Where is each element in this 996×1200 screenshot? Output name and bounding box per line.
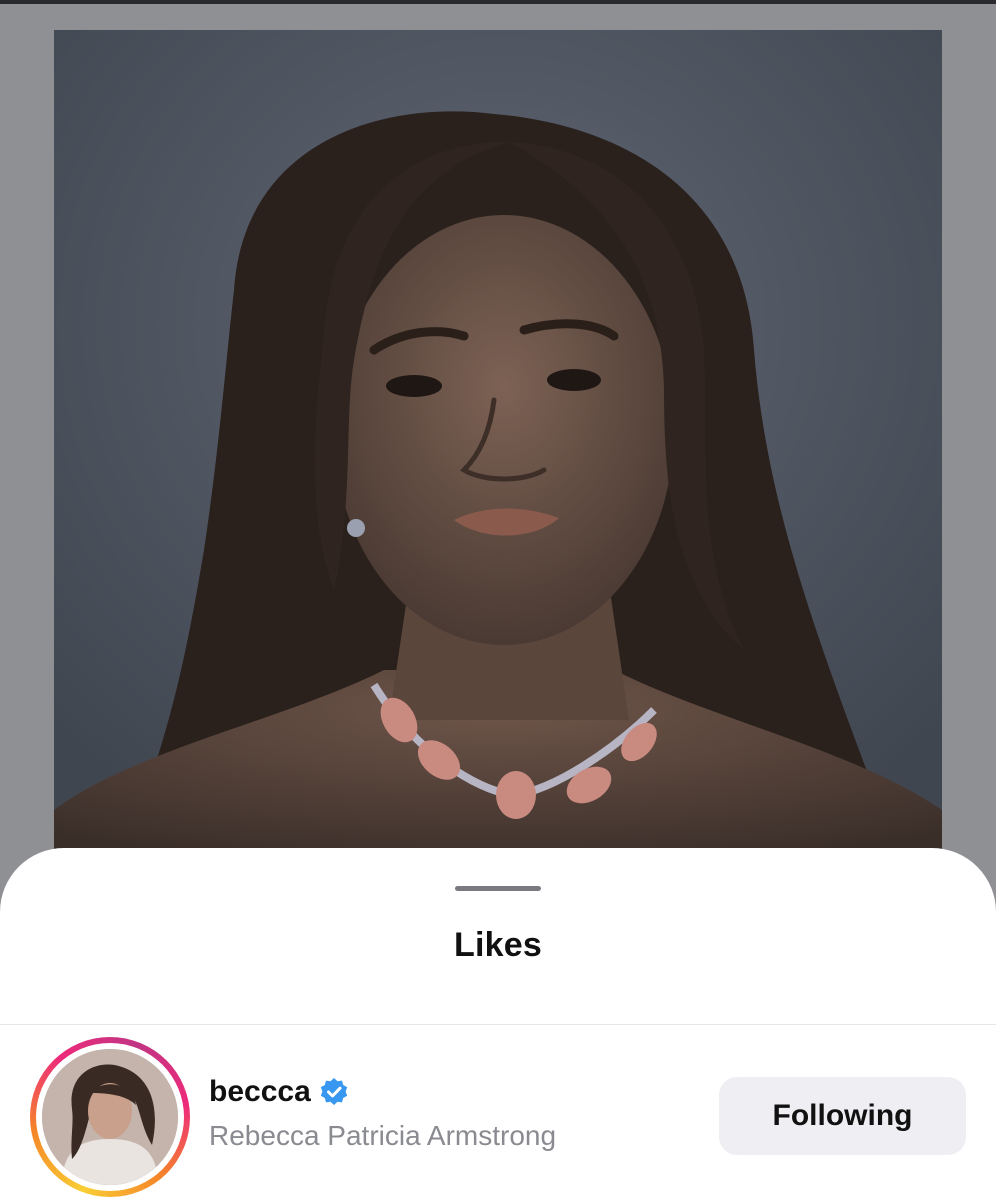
likes-sheet: Likes beccca Rebecca Patricia Armstrong … <box>0 848 996 1200</box>
sheet-title: Likes <box>454 926 542 964</box>
username[interactable]: beccca <box>209 1075 311 1109</box>
story-ring[interactable] <box>30 1037 190 1197</box>
status-strip <box>0 0 996 4</box>
portrait-image <box>54 30 942 870</box>
profile-photo-icon <box>42 1049 178 1185</box>
sheet-grabber-handle[interactable] <box>455 886 541 891</box>
list-item[interactable]: beccca Rebecca Patricia Armstrong Follow… <box>0 1025 996 1200</box>
avatar <box>42 1049 178 1185</box>
following-button[interactable]: Following <box>719 1077 966 1155</box>
post-photo[interactable] <box>54 30 942 870</box>
verified-badge-icon <box>319 1077 349 1107</box>
full-name: Rebecca Patricia Armstrong <box>209 1120 557 1151</box>
screen: Likes beccca Rebecca Patricia Armstrong … <box>0 0 996 1200</box>
